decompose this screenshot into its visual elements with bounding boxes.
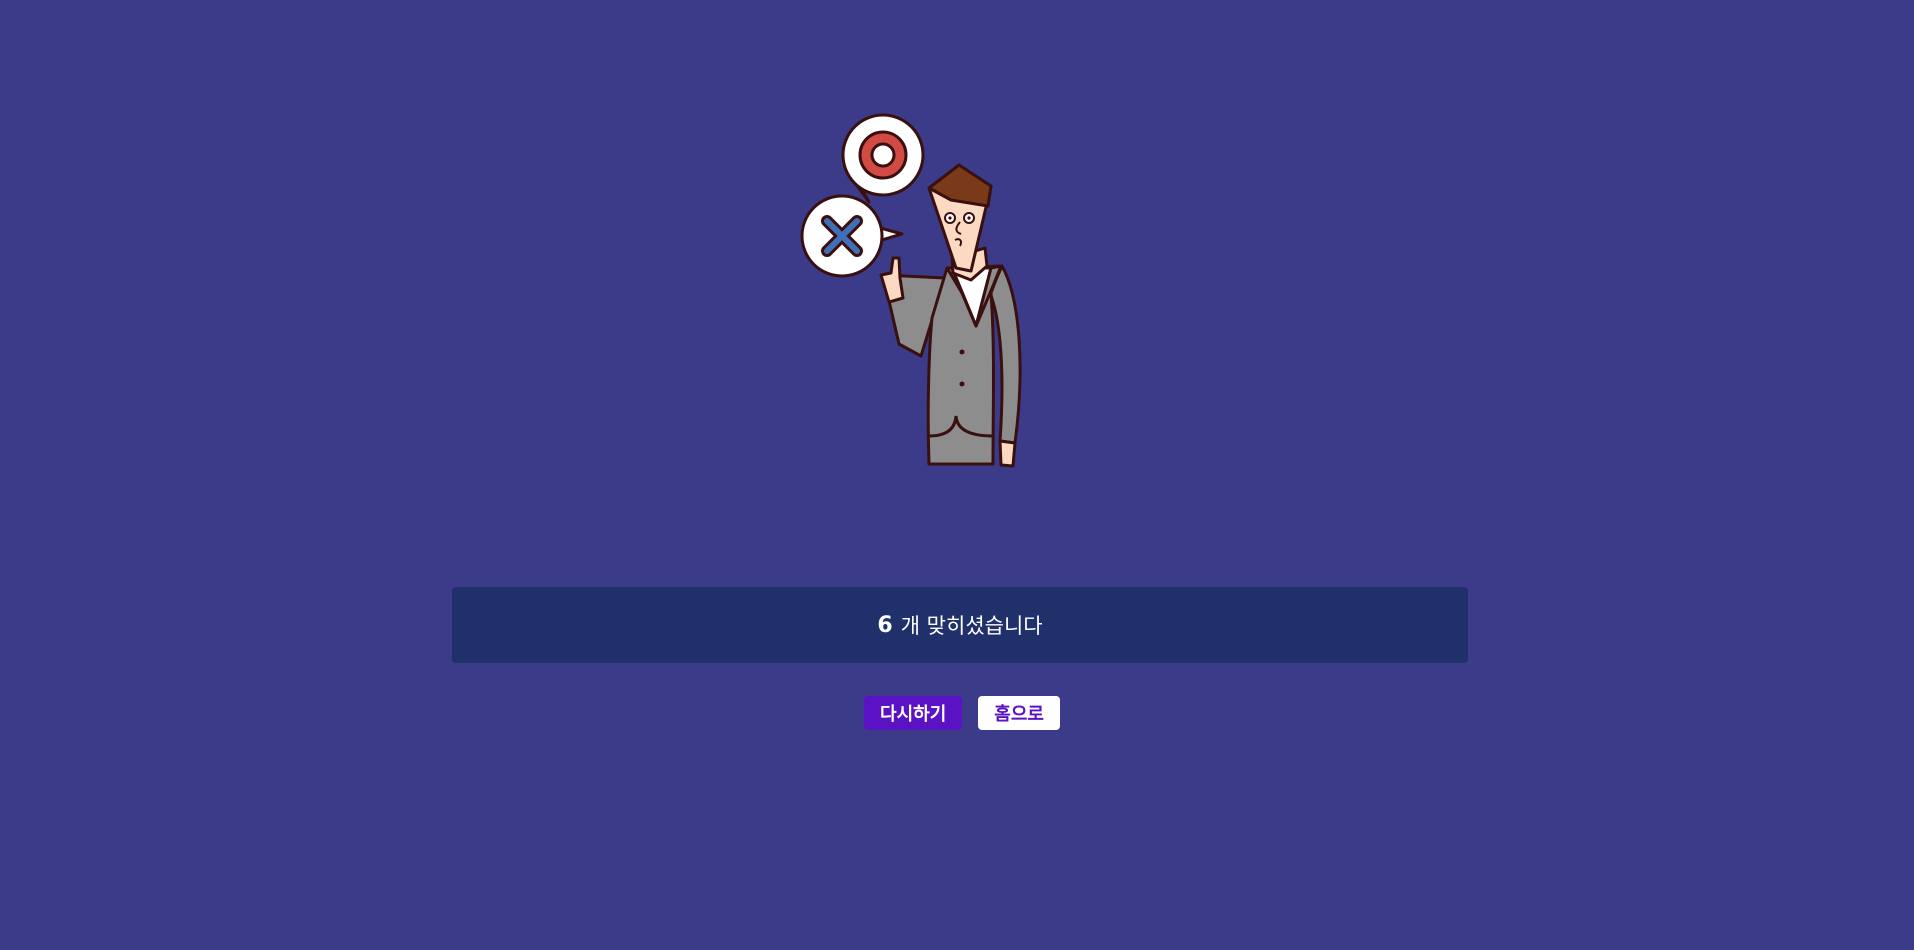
- result-message: 개 맞히셨습니다: [900, 614, 1043, 638]
- retry-button[interactable]: 다시하기: [864, 696, 963, 730]
- man-figure: [879, 163, 1022, 468]
- home-button[interactable]: 홈으로: [978, 696, 1060, 730]
- man-with-correct-incorrect-bubbles-icon: [800, 113, 1022, 468]
- cross-incorrect-icon: [800, 194, 904, 278]
- score-value: 6: [877, 612, 893, 638]
- circle-correct-icon: [841, 113, 925, 204]
- quiz-result-page: 6 개 맞히셨습니다 다시하기 홈으로: [0, 0, 1914, 950]
- result-banner: 6 개 맞히셨습니다: [452, 587, 1468, 663]
- action-buttons: 다시하기 홈으로: [0, 696, 1914, 730]
